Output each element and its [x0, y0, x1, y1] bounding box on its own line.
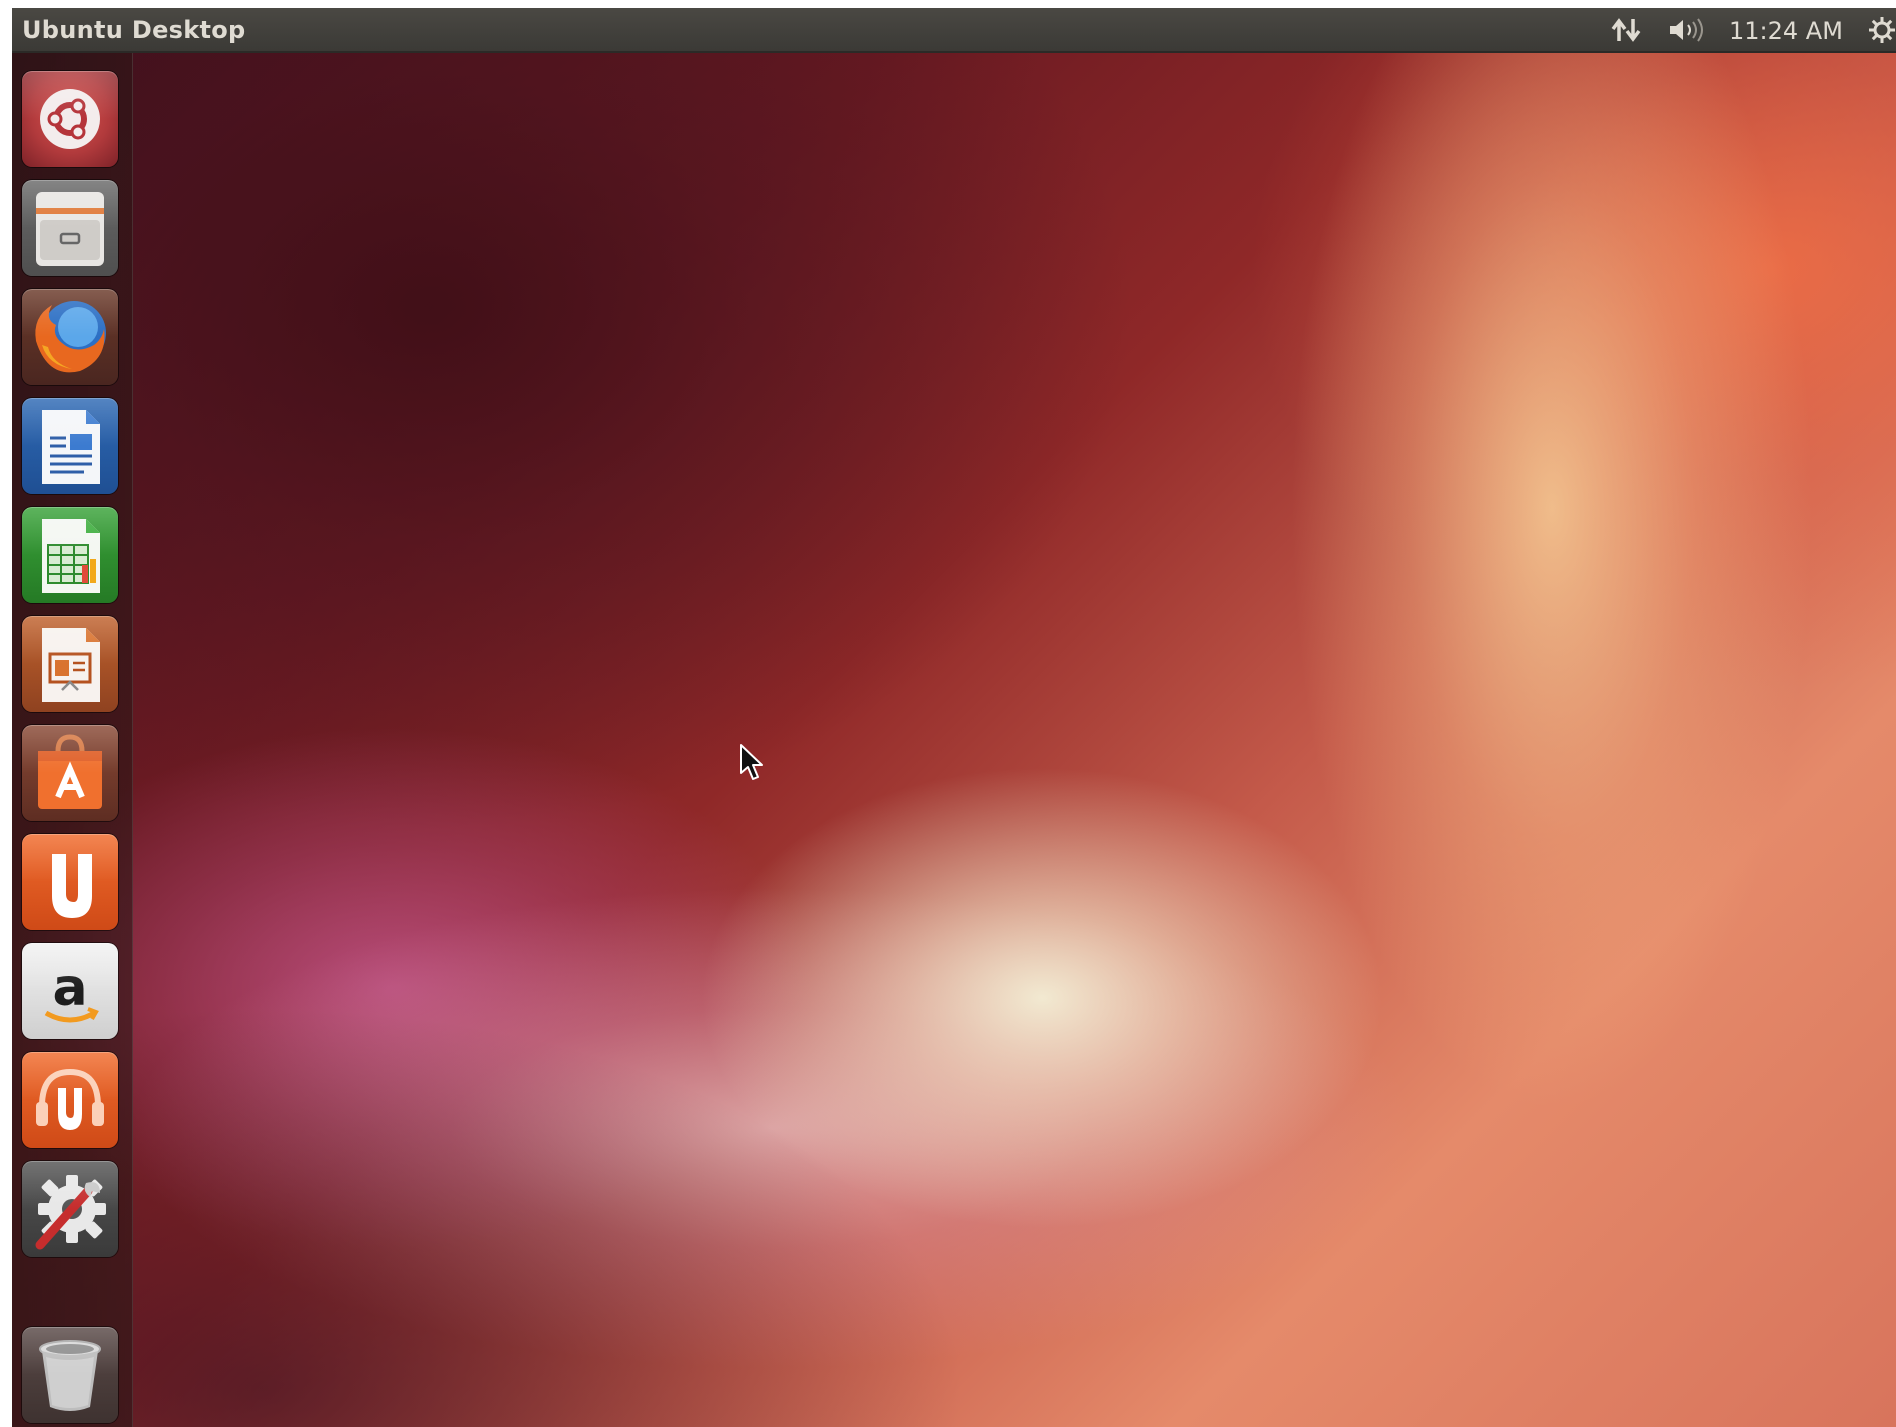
launcher-libreoffice-calc[interactable]: [22, 507, 118, 603]
clock[interactable]: 11:24 AM: [1729, 17, 1843, 45]
file-cabinet-icon: [36, 192, 104, 266]
launcher-trash[interactable]: [22, 1327, 118, 1423]
settings-gear-wrench-icon: [35, 1175, 106, 1250]
top-panel: Ubuntu Desktop 11:24 AM: [12, 8, 1896, 53]
ubuntu-one-icon: [52, 854, 92, 918]
launcher-system-settings[interactable]: [22, 1161, 118, 1257]
launcher-amazon[interactable]: a: [22, 943, 118, 1039]
launcher-files[interactable]: [22, 180, 118, 276]
shopping-bag-icon: [38, 734, 102, 809]
amazon-letter: a: [52, 958, 87, 1018]
impress-presentation-icon: [42, 628, 100, 702]
firefox-icon: [35, 301, 106, 373]
launcher-dash-home[interactable]: [22, 71, 118, 167]
launcher-ubuntu-one[interactable]: [22, 834, 118, 930]
session-gear-icon[interactable]: [1867, 15, 1896, 45]
wallpaper-shade: [12, 8, 1896, 1427]
launcher-libreoffice-impress[interactable]: [22, 616, 118, 712]
ubuntu-logo-icon: [40, 89, 100, 149]
ubuntu-one-music-icon: [36, 1068, 104, 1130]
window-title: Ubuntu Desktop: [22, 16, 246, 44]
launcher-libreoffice-writer[interactable]: [22, 398, 118, 494]
mouse-pointer-icon: [740, 744, 763, 780]
amazon-icon: a: [44, 958, 99, 1023]
trash-icon: [39, 1340, 101, 1411]
volume-icon[interactable]: [1667, 15, 1707, 45]
launcher: a: [12, 53, 133, 1427]
network-icon[interactable]: [1610, 15, 1644, 45]
writer-document-icon: [42, 410, 100, 484]
launcher-firefox[interactable]: [22, 289, 118, 385]
calc-spreadsheet-icon: [42, 519, 100, 593]
desktop-screen: Ubuntu Desktop 11:24 AM a: [12, 8, 1896, 1427]
launcher-ubuntu-one-music[interactable]: [22, 1052, 118, 1148]
launcher-software-center[interactable]: [22, 725, 118, 821]
